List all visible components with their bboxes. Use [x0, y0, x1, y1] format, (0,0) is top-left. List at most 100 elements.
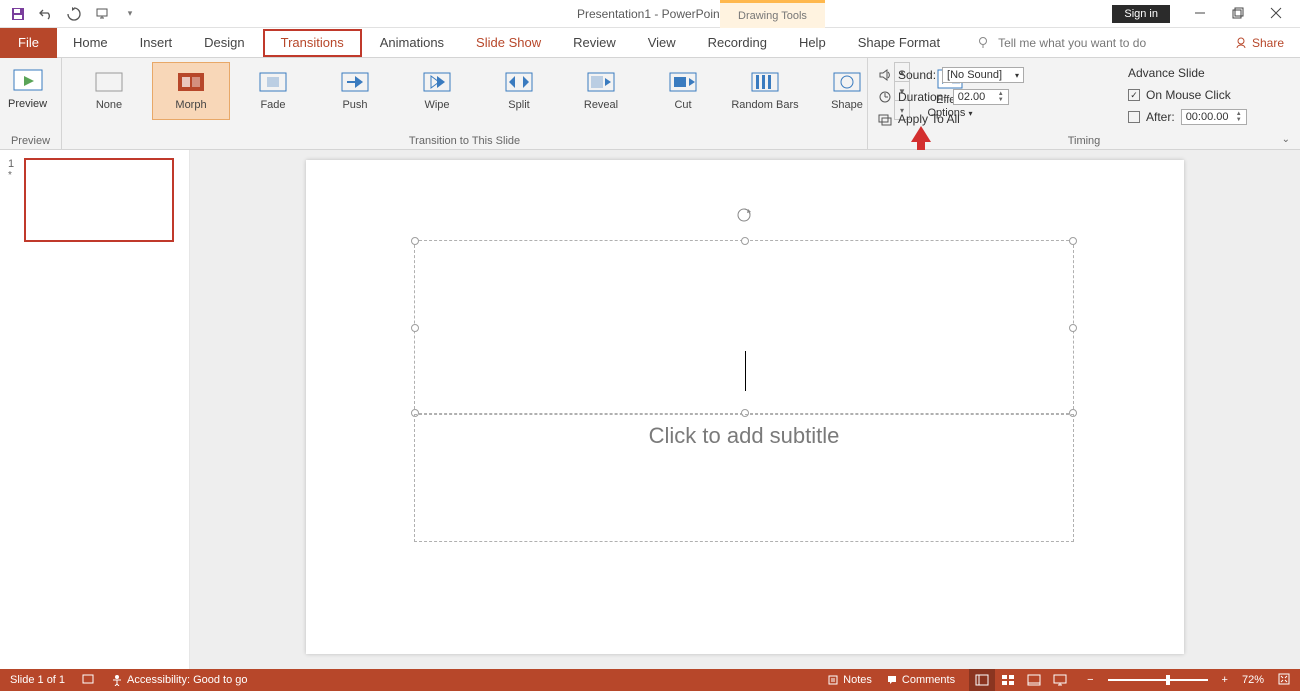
- transition-cut-label: Cut: [674, 99, 691, 111]
- duration-input[interactable]: 02.00▲▼: [953, 89, 1009, 105]
- rotate-handle-icon[interactable]: [736, 207, 752, 226]
- shape-transition-icon: [833, 72, 861, 92]
- tab-file[interactable]: File: [0, 28, 57, 58]
- transition-wipe[interactable]: Wipe: [398, 62, 476, 120]
- tab-recording[interactable]: Recording: [692, 28, 783, 58]
- transition-cut[interactable]: Cut: [644, 62, 722, 120]
- transition-push-label: Push: [342, 99, 367, 111]
- redo-icon[interactable]: [66, 6, 82, 22]
- transition-shape-label: Shape: [831, 99, 863, 111]
- share-icon: [1234, 36, 1248, 50]
- notes-button[interactable]: Notes: [827, 674, 872, 686]
- after-checkbox[interactable]: [1128, 111, 1140, 123]
- transition-fade[interactable]: Fade: [234, 62, 312, 120]
- advance-slide-label: Advance Slide: [1128, 66, 1205, 80]
- duration-icon: [878, 90, 892, 104]
- slide-thumbnail-1[interactable]: [24, 158, 174, 242]
- transition-none[interactable]: None: [70, 62, 148, 120]
- transition-wipe-label: Wipe: [424, 99, 449, 111]
- split-icon: [505, 72, 533, 92]
- zoom-level[interactable]: 72%: [1242, 674, 1264, 686]
- apply-all-icon: [878, 112, 892, 126]
- qat-more-icon[interactable]: ▾: [122, 6, 138, 22]
- on-mouse-click-checkbox[interactable]: ✓: [1128, 89, 1140, 101]
- transition-random-bars[interactable]: Random Bars: [726, 62, 804, 120]
- tab-insert[interactable]: Insert: [124, 28, 189, 58]
- accessibility-icon: [111, 674, 123, 686]
- slide: Click to add subtitle: [306, 160, 1184, 654]
- after-label: After:: [1146, 110, 1175, 124]
- subtitle-placeholder[interactable]: Click to add subtitle: [414, 414, 1074, 542]
- cut-icon: [669, 72, 697, 92]
- duration-value: 02.00: [958, 91, 986, 103]
- none-icon: [95, 72, 123, 92]
- transition-fade-label: Fade: [260, 99, 285, 111]
- transition-reveal[interactable]: Reveal: [562, 62, 640, 120]
- reveal-icon: [587, 72, 615, 92]
- transition-split-label: Split: [508, 99, 529, 111]
- fade-icon: [259, 72, 287, 92]
- preview-icon: [12, 68, 44, 94]
- zoom-slider[interactable]: [1108, 679, 1208, 681]
- notes-icon: [827, 674, 839, 686]
- window-title: Presentation1 - PowerPoint: [577, 7, 723, 21]
- tab-slideshow[interactable]: Slide Show: [460, 28, 557, 58]
- tab-animations[interactable]: Animations: [364, 28, 460, 58]
- tab-design[interactable]: Design: [188, 28, 260, 58]
- preview-label: Preview: [8, 98, 47, 110]
- zoom-in-button[interactable]: +: [1222, 674, 1228, 686]
- tell-me-label: Tell me what you want to do: [998, 36, 1146, 50]
- subtitle-placeholder-text: Click to add subtitle: [649, 423, 840, 449]
- transition-none-label: None: [96, 99, 122, 111]
- comments-icon: [886, 674, 898, 686]
- title-placeholder[interactable]: [414, 240, 1074, 414]
- transition-morph[interactable]: Morph: [152, 62, 230, 120]
- group-label-preview: Preview: [0, 135, 61, 147]
- view-sorter-button[interactable]: [995, 669, 1021, 691]
- transition-split[interactable]: Split: [480, 62, 558, 120]
- sound-value: [No Sound]: [947, 69, 1002, 81]
- context-tab-drawing-tools: Drawing Tools: [720, 0, 825, 28]
- preview-button[interactable]: Preview: [8, 62, 47, 110]
- tell-me-search[interactable]: Tell me what you want to do: [976, 36, 1146, 50]
- tab-view[interactable]: View: [632, 28, 692, 58]
- undo-icon[interactable]: [38, 6, 54, 22]
- view-slideshow-button[interactable]: [1047, 669, 1073, 691]
- transition-random-bars-label: Random Bars: [731, 99, 798, 111]
- morph-icon: [177, 72, 205, 92]
- push-icon: [341, 72, 369, 92]
- share-button[interactable]: Share: [1234, 36, 1284, 50]
- sound-dropdown[interactable]: [No Sound]▾: [942, 67, 1024, 83]
- collapse-ribbon-icon[interactable]: ⌄: [1282, 134, 1290, 145]
- apply-to-all-button[interactable]: Apply To All: [898, 112, 960, 126]
- on-mouse-click-label: On Mouse Click: [1146, 88, 1231, 102]
- text-cursor: [745, 351, 746, 391]
- view-normal-button[interactable]: [969, 669, 995, 691]
- tab-home[interactable]: Home: [57, 28, 124, 58]
- slide-thumbnail-pane: 1 *: [0, 150, 190, 670]
- save-icon[interactable]: [10, 6, 26, 22]
- after-time-input[interactable]: 00:00.00▲▼: [1181, 109, 1247, 125]
- slide-canvas-area[interactable]: Click to add subtitle: [190, 150, 1300, 670]
- fit-to-window-button[interactable]: [1278, 673, 1290, 688]
- notes-label: Notes: [843, 674, 872, 686]
- minimize-icon[interactable]: [1194, 7, 1208, 21]
- tab-help[interactable]: Help: [783, 28, 842, 58]
- zoom-out-button[interactable]: −: [1087, 674, 1093, 686]
- status-language-icon[interactable]: [81, 672, 95, 689]
- comments-button[interactable]: Comments: [886, 674, 955, 686]
- accessibility-button[interactable]: Accessibility: Good to go: [111, 674, 247, 686]
- transition-push[interactable]: Push: [316, 62, 394, 120]
- view-reading-button[interactable]: [1021, 669, 1047, 691]
- tab-transitions[interactable]: Transitions: [263, 29, 362, 57]
- close-icon[interactable]: [1270, 7, 1284, 21]
- sign-in-button[interactable]: Sign in: [1112, 5, 1170, 23]
- duration-label: Duration:: [898, 90, 947, 104]
- tab-review[interactable]: Review: [557, 28, 632, 58]
- lightbulb-icon: [976, 36, 990, 50]
- group-label-timing: Timing: [868, 135, 1300, 147]
- accessibility-label: Accessibility: Good to go: [127, 674, 247, 686]
- start-from-beginning-icon[interactable]: [94, 6, 110, 22]
- restore-icon[interactable]: [1232, 7, 1246, 21]
- tab-shape-format[interactable]: Shape Format: [842, 28, 956, 58]
